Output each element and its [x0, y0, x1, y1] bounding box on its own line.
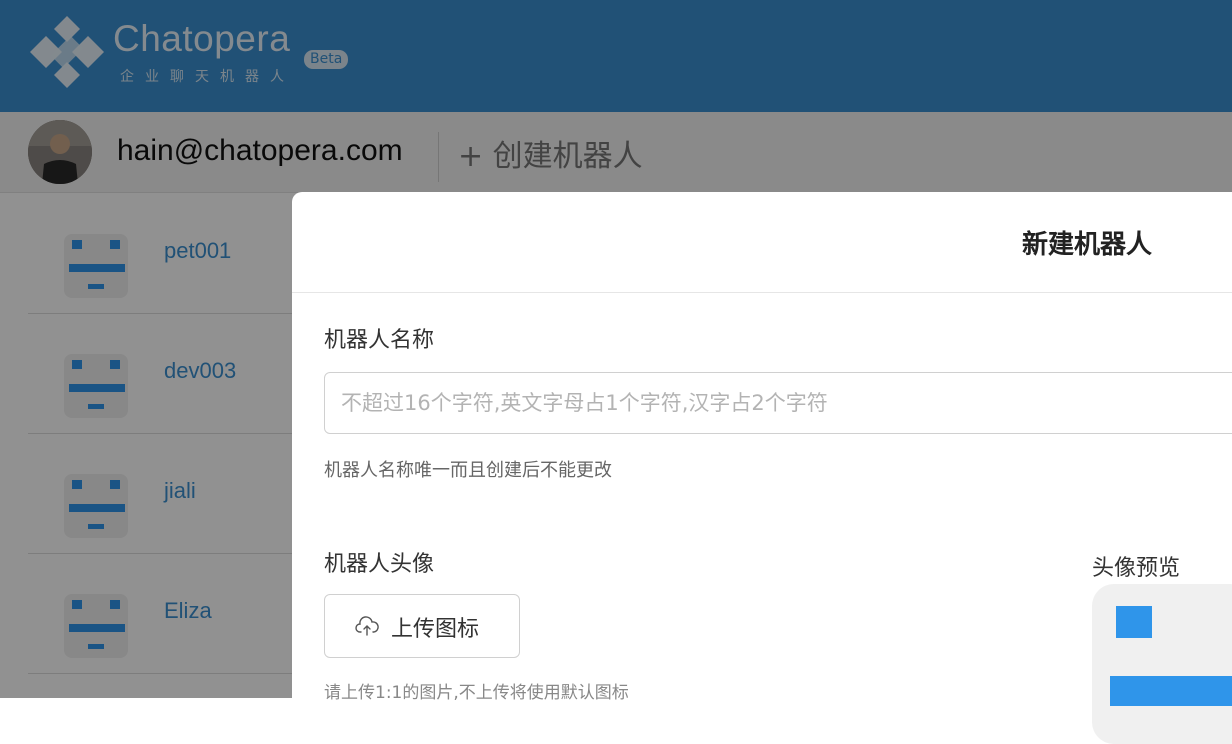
preview-mouth-icon: [1110, 676, 1232, 706]
upload-icon-button[interactable]: 上传图标: [324, 594, 520, 658]
avatar-preview: [1092, 584, 1232, 744]
avatar-preview-label: 头像预览: [1092, 556, 1181, 581]
bot-avatar-label: 机器人头像: [324, 552, 435, 577]
cloud-upload-icon: [355, 616, 379, 636]
bot-name-label: 机器人名称: [324, 328, 435, 353]
upload-hint: 请上传1:1的图片,不上传将使用默认图标: [324, 683, 629, 703]
modal-title: 新建机器人: [1022, 230, 1153, 260]
modal-header: 新建机器人: [292, 192, 1232, 293]
bot-name-hint: 机器人名称唯一而且创建后不能更改: [324, 460, 612, 481]
preview-eye-icon: [1116, 606, 1152, 638]
new-bot-modal: 新建机器人 机器人名称 机器人名称唯一而且创建后不能更改 机器人头像 上传图标 …: [292, 192, 1232, 744]
upload-button-label: 上传图标: [391, 617, 480, 642]
bot-name-input[interactable]: [324, 372, 1232, 434]
